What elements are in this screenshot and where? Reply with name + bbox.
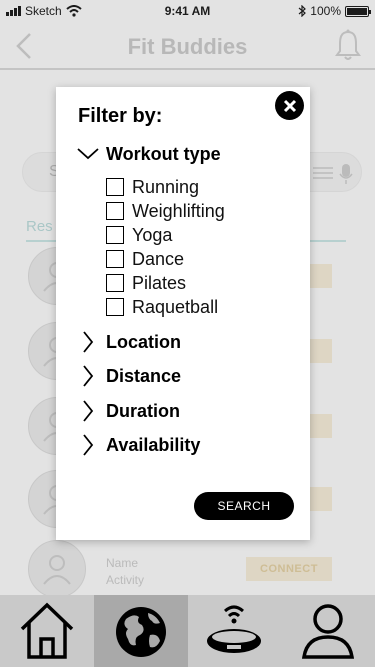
- option-yoga[interactable]: Yoga: [106, 224, 172, 246]
- section-duration[interactable]: Duration: [76, 400, 180, 422]
- chevron-right-icon: [76, 331, 100, 353]
- close-button[interactable]: [275, 91, 304, 120]
- section-label: Distance: [106, 365, 182, 386]
- option-running[interactable]: Running: [106, 176, 199, 198]
- option-raquetball[interactable]: Raquetball: [106, 296, 218, 318]
- checkbox[interactable]: [106, 226, 124, 244]
- section-label: Workout type: [106, 143, 221, 164]
- checkbox[interactable]: [106, 178, 124, 196]
- tab-home[interactable]: [0, 595, 94, 667]
- modal-title: Filter by:: [78, 105, 163, 127]
- section-availability[interactable]: Availability: [76, 434, 200, 456]
- section-distance[interactable]: Distance: [76, 365, 181, 387]
- section-location[interactable]: Location: [76, 331, 181, 353]
- tab-profile[interactable]: [281, 595, 375, 667]
- chevron-down-icon: [76, 143, 100, 165]
- tab-device[interactable]: [188, 595, 282, 667]
- section-label: Duration: [106, 400, 180, 421]
- tab-explore[interactable]: [93, 595, 188, 667]
- chevron-right-icon: [76, 365, 100, 387]
- wristband-icon: [207, 605, 262, 653]
- checkbox[interactable]: [106, 202, 124, 220]
- section-label: Availability: [106, 434, 201, 455]
- option-dance[interactable]: Dance: [106, 248, 184, 270]
- section-workout-type[interactable]: Workout type: [76, 143, 221, 165]
- search-button[interactable]: SEARCH: [194, 492, 294, 520]
- checkbox[interactable]: [106, 274, 124, 292]
- option-pilates[interactable]: Pilates: [106, 272, 186, 294]
- option-weighlifting[interactable]: Weighlifting: [106, 200, 225, 222]
- home-icon: [20, 602, 74, 659]
- option-label: Yoga: [132, 224, 173, 245]
- filter-modal: Filter by: Workout type Running Weighlif…: [56, 87, 310, 540]
- close-icon: [283, 99, 296, 112]
- option-label: Running: [132, 176, 200, 197]
- chevron-right-icon: [76, 434, 100, 456]
- option-label: Weighlifting: [132, 200, 225, 221]
- person-icon: [302, 604, 355, 659]
- checkbox[interactable]: [106, 298, 124, 316]
- checkbox[interactable]: [106, 250, 124, 268]
- option-label: Raquetball: [132, 296, 219, 317]
- chevron-right-icon: [76, 400, 100, 422]
- globe-icon: [115, 607, 166, 657]
- option-label: Dance: [132, 248, 185, 269]
- tab-bar: [0, 595, 375, 667]
- section-label: Location: [106, 331, 181, 352]
- option-label: Pilates: [132, 272, 187, 293]
